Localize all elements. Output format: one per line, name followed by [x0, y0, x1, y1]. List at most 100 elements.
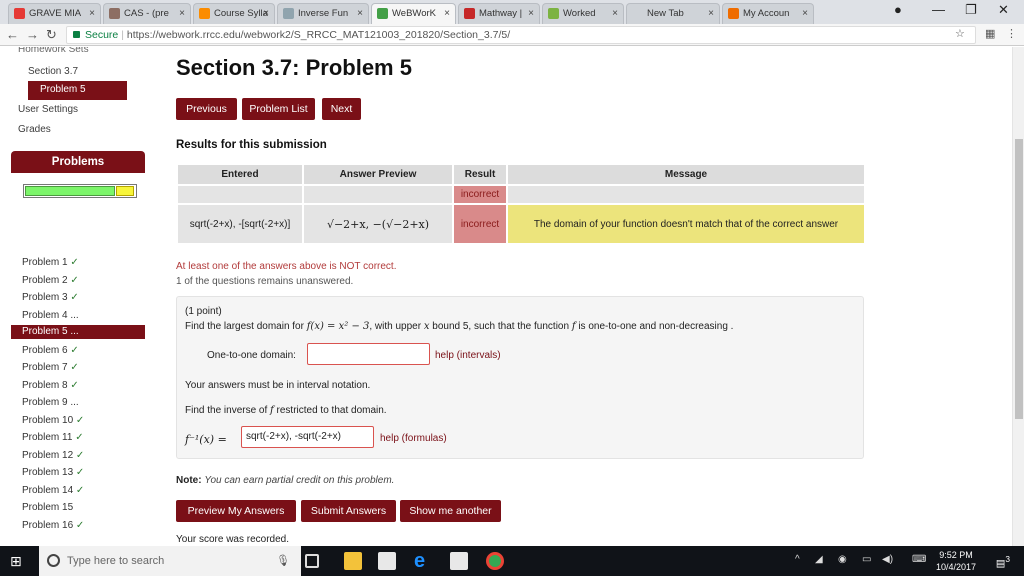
help-formulas-link[interactable]: help (formulas): [380, 433, 447, 444]
tab-close-icon[interactable]: ×: [612, 4, 618, 23]
volume-icon[interactable]: ◀): [882, 554, 893, 565]
close-window-icon[interactable]: ✕: [998, 2, 1009, 18]
reload-icon[interactable]: ↻: [46, 27, 57, 43]
sidebar-problem-item[interactable]: Problem 1 ✓: [22, 257, 79, 268]
sidebar-problem-item[interactable]: Problem 12 ✓: [22, 450, 84, 461]
browser-tab[interactable]: GRAVE MIA ×: [8, 3, 101, 24]
back-icon[interactable]: ←: [6, 27, 19, 42]
sidebar-problem-item[interactable]: Problem 13 ✓: [22, 467, 84, 478]
tab-close-icon[interactable]: ×: [263, 4, 269, 23]
sidebar-problem-item[interactable]: Problem 11 ✓: [22, 432, 84, 443]
next-button[interactable]: Next: [322, 98, 361, 120]
restore-icon[interactable]: ❐: [965, 2, 977, 18]
tab-close-icon[interactable]: ×: [357, 4, 363, 23]
tab-close-icon[interactable]: ×: [802, 4, 808, 23]
sidebar-problem-item[interactable]: Problem 4 ...: [22, 310, 79, 321]
sidebar-user-settings[interactable]: User Settings: [18, 104, 78, 115]
preview-cell: [302, 184, 454, 205]
inverse-input[interactable]: sqrt(-2+x), -sqrt(-2+x): [241, 426, 374, 448]
extension-icon[interactable]: ▦: [985, 27, 995, 40]
problem-list-button[interactable]: Problem List: [242, 98, 315, 120]
tab-favicon-icon: [548, 8, 559, 19]
forward-icon[interactable]: →: [26, 27, 39, 42]
action-icon[interactable]: ◉: [838, 554, 847, 565]
domain-input[interactable]: [307, 343, 430, 365]
browser-tab[interactable]: Course Sylla ×: [193, 3, 275, 24]
scrollbar-thumb[interactable]: [1015, 139, 1023, 419]
mail-icon[interactable]: [450, 552, 468, 570]
preview-answers-button[interactable]: Preview My Answers: [176, 500, 296, 522]
results-heading: Results for this submission: [176, 139, 327, 151]
browser-tab[interactable]: Mathway | ×: [458, 3, 540, 24]
tab-close-icon[interactable]: ×: [179, 4, 185, 23]
sidebar-grades[interactable]: Grades: [18, 124, 51, 135]
taskbar-search[interactable]: Type here to search: [39, 546, 301, 576]
unanswered-note: 1 of the questions remains unanswered.: [176, 276, 354, 287]
url-input[interactable]: Secure | https://webwork.rrcc.edu/webwor…: [66, 26, 976, 44]
sidebar-problem-item[interactable]: Problem 8 ✓: [22, 380, 79, 391]
store-icon[interactable]: [378, 552, 396, 570]
tab-close-icon[interactable]: ×: [444, 4, 450, 23]
minimize-icon[interactable]: —: [932, 2, 945, 17]
progress-incorrect: [116, 186, 134, 196]
partial-credit-note: Note: You can earn partial credit on thi…: [176, 475, 395, 486]
browser-tab[interactable]: New Tab ×: [626, 3, 720, 24]
secure-label: Secure: [85, 29, 119, 41]
sidebar-problem-item[interactable]: Problem 9 ...: [22, 397, 79, 408]
result-cell: incorrect: [452, 184, 508, 205]
table-row: sqrt(-2+x), -[sqrt(-2+x)] √−2+x, −(√−2+x…: [176, 203, 866, 245]
col-entered: Entered: [176, 163, 304, 186]
sidebar-problem-item[interactable]: Problem 16 ✓: [22, 520, 84, 531]
tab-label: Worked: [563, 8, 596, 19]
help-intervals-link[interactable]: help (intervals): [435, 350, 501, 361]
col-answer-preview: Answer Preview: [302, 163, 454, 186]
tab-close-icon[interactable]: ×: [89, 4, 95, 23]
battery-icon[interactable]: ▭: [862, 554, 871, 565]
sidebar-current-problem[interactable]: Problem 5: [28, 81, 127, 100]
browser-tab-strip: GRAVE MIA × CAS - (pre × Course Sylla × Invers…: [0, 0, 1024, 24]
sidebar-problem-item[interactable]: Problem 5 ...: [11, 325, 145, 339]
sidebar-problem-item[interactable]: Problem 10 ✓: [22, 415, 84, 426]
sidebar-problem-item[interactable]: Problem 3 ✓: [22, 292, 79, 303]
task-view-icon[interactable]: [305, 554, 319, 568]
browser-tab[interactable]: Inverse Fun ×: [277, 3, 369, 24]
tab-label: Inverse Fun: [298, 8, 349, 19]
notification-icon[interactable]: ▤3: [996, 554, 1010, 569]
sidebar-problem-item[interactable]: Problem 14 ✓: [22, 485, 84, 496]
browser-tab[interactable]: My Accoun ×: [722, 3, 814, 24]
sidebar-problem-item[interactable]: Problem 6 ✓: [22, 345, 79, 356]
bookmark-star-icon[interactable]: ☆: [955, 27, 965, 40]
function-math: f(x) = x² − 3: [306, 321, 370, 332]
windows-start-icon[interactable]: ⊞: [10, 553, 22, 570]
sidebar-problem-item[interactable]: Problem 2 ✓: [22, 275, 79, 286]
edge-icon[interactable]: e: [414, 551, 432, 571]
inverse-question: Find the inverse of f restricted to that…: [185, 405, 387, 416]
menu-icon[interactable]: ⋮: [1006, 27, 1017, 40]
show-another-button[interactable]: Show me another: [400, 500, 501, 522]
browser-tab[interactable]: Worked ×: [542, 3, 624, 24]
page-scrollbar[interactable]: [1012, 47, 1024, 546]
tab-close-icon[interactable]: ×: [708, 4, 714, 23]
chrome-icon[interactable]: [486, 552, 504, 570]
previous-button[interactable]: Previous: [176, 98, 237, 120]
sidebar-homework-sets[interactable]: Homework Sets: [18, 47, 89, 55]
microphone-icon[interactable]: 🎙: [276, 554, 290, 567]
inverse-label: f⁻¹(x) =: [185, 433, 227, 446]
sidebar-problem-item[interactable]: Problem 7 ✓: [22, 362, 79, 373]
taskbar-clock[interactable]: 9:52 PM 10/4/2017: [936, 549, 976, 573]
keyboard-icon[interactable]: ⌨: [912, 554, 926, 565]
profile-icon[interactable]: ●: [894, 2, 902, 17]
tab-favicon-icon: [199, 8, 210, 19]
wifi-icon[interactable]: ◢: [815, 554, 823, 565]
file-explorer-icon[interactable]: [344, 552, 362, 570]
tab-close-icon[interactable]: ×: [528, 4, 534, 23]
not-correct-warning: At least one of the answers above is NOT…: [176, 261, 397, 272]
webwork-page: Homework Sets Section 3.7 Problem 5 User…: [0, 47, 1012, 546]
browser-tab[interactable]: CAS - (pre ×: [103, 3, 191, 24]
sidebar-section[interactable]: Section 3.7: [28, 66, 78, 77]
browser-tab[interactable]: WeBWorK ×: [371, 3, 456, 24]
submit-answers-button[interactable]: Submit Answers: [301, 500, 396, 522]
sidebar-problem-item[interactable]: Problem 15: [22, 502, 73, 513]
entered-cell: sqrt(-2+x), -[sqrt(-2+x)]: [176, 203, 304, 245]
tray-chevron-icon[interactable]: ^: [795, 554, 800, 565]
